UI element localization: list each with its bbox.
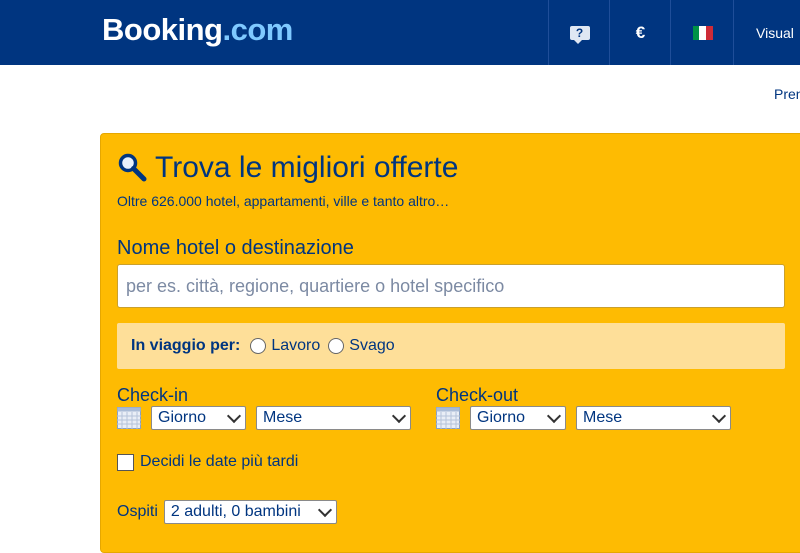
radio-lavoro-circle[interactable] — [250, 338, 267, 354]
decide-later-label: Decidi le date più tardi — [140, 453, 299, 470]
booking-logo[interactable]: Booking.com — [102, 12, 293, 48]
calendar-icon[interactable] — [436, 407, 460, 429]
top-right-link[interactable]: Pren — [774, 86, 800, 102]
radio-svago-circle[interactable] — [328, 338, 345, 354]
checkin-label: Check-in — [117, 385, 189, 405]
checkin-day-value: Giorno — [158, 409, 207, 426]
search-box: Trova le migliori offerte Oltre 626.000 … — [100, 133, 800, 553]
checkout-month-select[interactable]: Mese — [576, 406, 731, 430]
guests-select[interactable]: 2 adulti, 0 bambini — [163, 500, 337, 524]
checkin-day-select[interactable]: Giorno — [151, 406, 246, 430]
chevron-down-icon — [391, 408, 407, 423]
chevron-down-icon — [711, 408, 727, 423]
language-button[interactable] — [670, 0, 734, 65]
travel-purpose-label: In viaggio per: — [131, 337, 241, 354]
decide-later-checkbox[interactable] — [117, 453, 134, 471]
currency-label: € — [635, 22, 646, 42]
checkout-label: Check-out — [436, 385, 519, 405]
italy-flag-icon — [692, 25, 713, 40]
search-subtitle: Oltre 626.000 hotel, appartamenti, ville… — [117, 193, 450, 209]
checkin-month-select[interactable]: Mese — [256, 406, 411, 430]
radio-lavoro[interactable]: Lavoro — [250, 337, 320, 355]
chevron-down-icon — [226, 408, 242, 423]
account-link[interactable]: Visual — [733, 0, 800, 65]
radio-svago[interactable]: Svago — [328, 337, 395, 355]
logo-main: Booking — [102, 12, 223, 47]
destination-input[interactable] — [117, 264, 785, 308]
guests-value: 2 adulti, 0 bambini — [170, 503, 301, 520]
radio-lavoro-label: Lavoro — [271, 337, 321, 354]
help-button[interactable]: ? — [548, 0, 610, 65]
checkout-day-select[interactable]: Giorno — [470, 406, 566, 430]
checkout-row: Giorno Mese — [436, 406, 741, 430]
checkout-month-value: Mese — [583, 409, 623, 426]
guests-row: Ospiti 2 adulti, 0 bambini — [117, 500, 347, 524]
chevron-down-icon — [317, 502, 332, 517]
search-icon — [118, 153, 147, 182]
search-title: Trova le migliori offerte — [155, 151, 459, 184]
chevron-down-icon — [546, 408, 562, 423]
calendar-icon[interactable] — [117, 407, 141, 429]
checkin-row: Giorno Mese — [117, 406, 421, 430]
account-label: Visual — [756, 24, 794, 41]
currency-button[interactable]: € — [609, 0, 671, 65]
help-icon: ? — [569, 25, 590, 44]
travel-purpose-bar: In viaggio per: Lavoro Svago — [117, 323, 785, 369]
top-header: Booking.com ? € Visual — [0, 0, 800, 65]
destination-label: Nome hotel o destinazione — [117, 237, 354, 259]
logo-suffix: .com — [222, 12, 294, 47]
radio-svago-label: Svago — [349, 337, 395, 354]
checkin-month-value: Mese — [263, 409, 303, 426]
guests-label: Ospiti — [117, 503, 158, 520]
checkout-day-value: Giorno — [477, 409, 526, 426]
search-title-row: Trova le migliori offerte — [117, 150, 458, 186]
decide-later-option[interactable]: Decidi le date più tardi — [117, 453, 298, 471]
